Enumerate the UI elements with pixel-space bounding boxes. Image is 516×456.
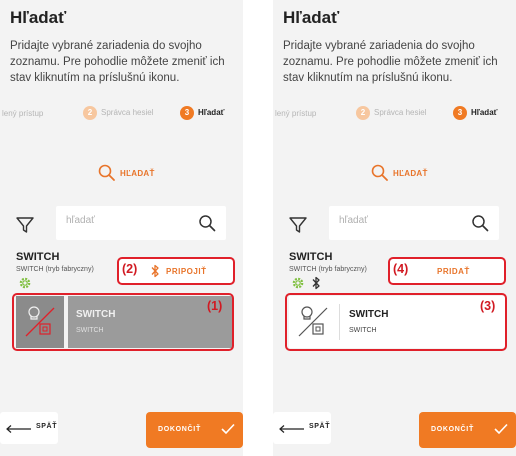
search-devices-label: HĽADAŤ [393,168,428,178]
step-number: 2 [83,106,97,120]
step-label: Hľadať [471,108,498,117]
finish-label: DOKONČIŤ [158,426,201,433]
finish-button[interactable]: DOKONČIŤ [419,412,516,448]
step-search[interactable]: 3 Hľadať [453,106,497,120]
device-subtitle: SWITCH (tryb fabryczny) [16,266,94,273]
search-field[interactable] [56,206,226,240]
finish-label: DOKONČIŤ [431,426,474,433]
bluetooth-icon [312,276,321,290]
search-field[interactable] [329,206,499,240]
search-input[interactable] [66,215,186,226]
page-title: Hľadať [283,8,340,27]
step-label: Správca hesiel [101,108,154,117]
step-label: Správca hesiel [374,108,427,117]
search-input[interactable] [339,215,459,226]
step-label: Hľadať [198,108,225,117]
wizard-stepper: lený prístup 2 Správca hesiel 3 Hľadať [273,106,516,122]
arrow-left-icon [279,425,304,433]
back-button[interactable]: SPÄŤ [0,412,58,444]
annotation-label-action: (2) [122,262,138,276]
checkmark-icon [221,423,235,435]
search-icon [98,164,115,181]
filter-icon[interactable] [16,216,34,234]
step-number: 2 [356,106,370,120]
gear-icon [292,277,304,289]
device-subtitle: SWITCH (tryb fabryczny) [289,266,367,273]
search-devices-button[interactable]: HĽADAŤ [371,164,428,184]
step-password-manager[interactable]: 2 Správca hesiel [83,106,153,120]
search-icon[interactable] [198,214,216,232]
wizard-stepper: lený prístup 2 Správca hesiel 3 Hľadať [0,106,243,122]
finish-button[interactable]: DOKONČIŤ [146,412,243,448]
step-password-manager[interactable]: 2 Správca hesiel [356,106,426,120]
screen-connect: Hľadať Pridajte vybrané zariadenia do sv… [0,0,243,456]
step-remote-access[interactable]: lený prístup [275,109,316,118]
device-name: SWITCH [16,251,60,263]
search-icon[interactable] [471,214,489,232]
page-title: Hľadať [10,8,67,27]
page-description: Pridajte vybrané zariadenia do svojho zo… [283,40,498,84]
step-search[interactable]: 3 Hľadať [180,106,224,120]
search-icon [371,164,388,181]
step-number: 3 [180,106,194,120]
page-description: Pridajte vybrané zariadenia do svojho zo… [10,40,225,84]
annotation-box-card [12,293,234,351]
back-button[interactable]: SPÄŤ [273,412,331,444]
annotation-label-card: (3) [480,299,496,313]
search-devices-label: HĽADAŤ [120,168,155,178]
screen-add: Hľadať Pridajte vybrané zariadenia do sv… [273,0,516,456]
annotation-box-card [285,293,507,351]
back-label: SPÄŤ [309,423,331,430]
back-label: SPÄŤ [36,423,58,430]
search-devices-button[interactable]: HĽADAŤ [98,164,155,184]
checkmark-icon [494,423,508,435]
step-remote-access[interactable]: lený prístup [2,109,43,118]
device-name: SWITCH [289,251,333,263]
gear-icon [19,277,31,289]
annotation-label-action: (4) [393,262,409,276]
step-number: 3 [453,106,467,120]
filter-icon[interactable] [289,216,307,234]
annotation-label-card: (1) [207,299,223,313]
arrow-left-icon [6,425,31,433]
